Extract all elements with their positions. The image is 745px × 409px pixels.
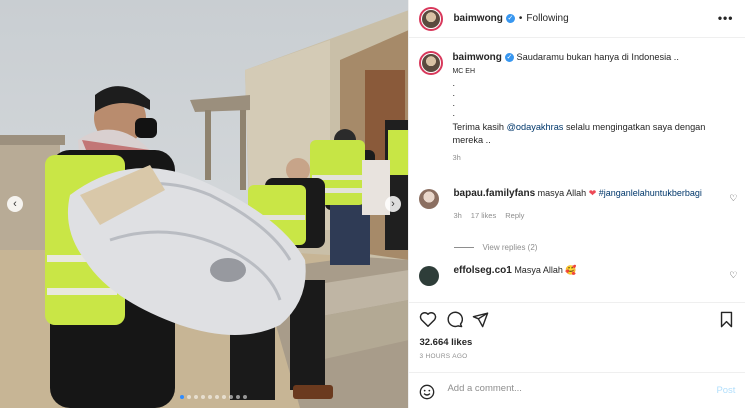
post-timestamp: 3 HOURS AGO — [419, 353, 468, 360]
carousel-dot[interactable] — [215, 395, 219, 399]
instagram-post: ‹ › baimwong ✓ • Following ••• baimwong ✓… — [0, 0, 745, 408]
view-replies-button[interactable]: View replies (2) — [454, 243, 537, 252]
carousel-next-button[interactable]: › — [385, 196, 401, 212]
caption-dot: . — [452, 88, 455, 98]
mention-link[interactable]: @odayakhras — [507, 122, 564, 132]
carousel-dot[interactable] — [222, 395, 226, 399]
chevron-left-icon: ‹ — [13, 198, 17, 210]
comment-text: masya Allah — [535, 188, 589, 198]
add-comment-bar: Post — [409, 372, 745, 409]
carousel-indicator — [180, 395, 247, 399]
comment-text: Masya Allah — [511, 265, 566, 275]
share-icon[interactable] — [472, 311, 489, 328]
hashtag-link[interactable]: #janganlelahuntukberbagi — [599, 188, 702, 198]
heart-emoji: ❤ — [588, 188, 597, 198]
divider — [454, 247, 475, 248]
commenter-username[interactable]: bapau.familyfans — [453, 188, 535, 199]
caption-dot: . — [452, 108, 455, 118]
post-side-panel: baimwong ✓ • Following ••• baimwong ✓ Sau… — [408, 0, 745, 408]
caption-subline: MC EH — [452, 67, 476, 75]
reply-button[interactable]: Reply — [505, 210, 524, 222]
post-comment-button[interactable]: Post — [716, 385, 735, 396]
caption-dot: . — [452, 98, 455, 108]
comment-likes[interactable]: 17 likes — [471, 210, 496, 222]
carousel-prev-button[interactable]: ‹ — [7, 196, 23, 212]
comment-input[interactable] — [445, 382, 700, 395]
caption-time: 3h — [452, 153, 461, 162]
comment-item: bapau.familyfans masya Allah ❤ #janganle… — [419, 187, 737, 222]
commenter-avatar[interactable] — [419, 189, 440, 209]
comment-item: effolseg.co1 Masya Allah 🥰 ♡ — [419, 264, 737, 286]
carousel-dot[interactable] — [208, 395, 212, 399]
comment-icon[interactable] — [446, 311, 464, 328]
carousel-dot[interactable] — [187, 395, 191, 399]
carousel-dot[interactable] — [229, 395, 233, 399]
caption-author-avatar[interactable] — [419, 51, 444, 75]
chevron-right-icon: › — [391, 198, 395, 210]
caption-username[interactable]: baimwong — [452, 52, 501, 63]
carousel-dot[interactable] — [243, 395, 247, 399]
comment-like-icon[interactable]: ♡ — [729, 193, 737, 204]
comment-time: 3h — [453, 211, 462, 220]
comment-like-icon[interactable]: ♡ — [729, 270, 737, 281]
post-header: baimwong ✓ • Following ••• — [409, 0, 745, 38]
comment-emoji: 🥰 — [565, 265, 577, 275]
author-avatar[interactable] — [419, 6, 444, 31]
caption-thanks-text: Terima kasih — [452, 122, 507, 132]
likes-count[interactable]: 32.664 likes — [419, 337, 472, 348]
caption-text: Saudaramu bukan hanya di Indonesia .. — [516, 52, 679, 62]
photo-scene — [0, 0, 409, 408]
view-replies-label: View replies (2) — [482, 243, 538, 252]
more-options-icon[interactable]: ••• — [718, 11, 734, 25]
caption: baimwong ✓ Saudaramu bukan hanya di Indon… — [419, 51, 729, 165]
carousel-dot[interactable] — [201, 395, 205, 399]
following-button[interactable]: Following — [526, 13, 568, 24]
action-bar — [409, 302, 745, 333]
emoji-icon[interactable] — [419, 384, 435, 400]
header-separator: • — [518, 13, 523, 24]
author-username[interactable]: baimwong — [453, 13, 502, 24]
verified-badge-icon: ✓ — [504, 53, 514, 63]
carousel-dot[interactable] — [194, 395, 198, 399]
verified-badge-icon: ✓ — [505, 14, 515, 23]
commenter-avatar[interactable] — [419, 266, 440, 286]
heart-icon[interactable] — [419, 311, 437, 327]
carousel-dot[interactable] — [180, 395, 184, 399]
bookmark-icon[interactable] — [719, 311, 734, 328]
post-photo[interactable]: ‹ › — [0, 0, 409, 408]
commenter-username[interactable]: effolseg.co1 — [453, 265, 511, 276]
carousel-dot[interactable] — [236, 395, 240, 399]
caption-dot: . — [452, 78, 455, 88]
